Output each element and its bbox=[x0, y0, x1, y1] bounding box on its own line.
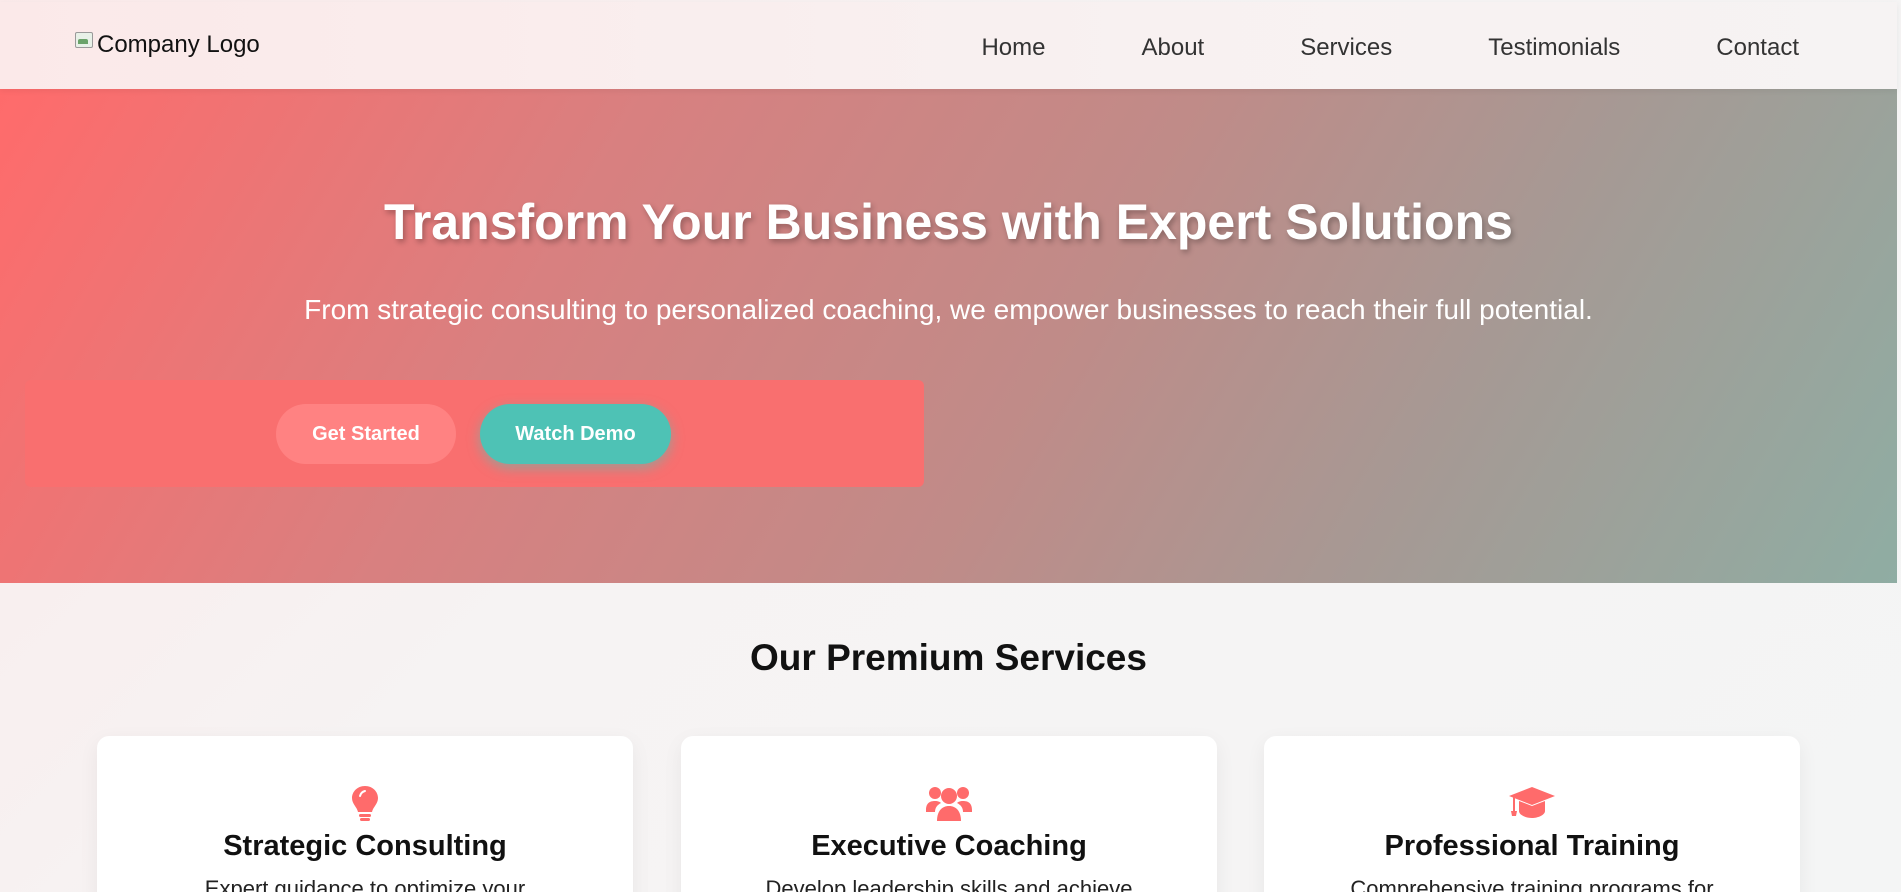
service-title: Professional Training bbox=[1384, 830, 1680, 862]
service-card-consulting[interactable]: Strategic Consulting Expert guidance to … bbox=[97, 736, 633, 892]
service-description: Expert guidance to optimize your bbox=[204, 876, 526, 892]
get-started-button[interactable]: Get Started bbox=[276, 404, 456, 464]
main-nav: Home About Services Testimonials Contact bbox=[981, 32, 1799, 64]
graduation-cap-icon bbox=[1508, 784, 1556, 825]
page: Company Logo Home About Services Testimo… bbox=[0, 0, 1901, 892]
nav-home[interactable]: Home bbox=[981, 32, 1045, 64]
service-description: Develop leadership skills and achieve bbox=[765, 876, 1133, 892]
service-card-training[interactable]: Professional Training Comprehensive trai… bbox=[1264, 736, 1800, 892]
nav-services[interactable]: Services bbox=[1300, 32, 1392, 64]
service-title: Executive Coaching bbox=[811, 830, 1087, 862]
hero-subtitle: From strategic consulting to personalize… bbox=[304, 294, 1593, 325]
service-description: Comprehensive training programs for bbox=[1350, 876, 1714, 892]
logo-alt-text: Company Logo bbox=[97, 31, 260, 58]
service-title: Strategic Consulting bbox=[223, 830, 507, 862]
site-header: Company Logo Home About Services Testimo… bbox=[0, 2, 1897, 89]
hero-title: Transform Your Business with Expert Solu… bbox=[384, 194, 1513, 250]
watch-demo-button[interactable]: Watch Demo bbox=[480, 404, 671, 464]
nav-about[interactable]: About bbox=[1141, 32, 1204, 64]
users-icon bbox=[925, 784, 973, 827]
nav-testimonials[interactable]: Testimonials bbox=[1488, 32, 1620, 64]
nav-contact[interactable]: Contact bbox=[1716, 32, 1799, 64]
hero-section: Transform Your Business with Expert Solu… bbox=[0, 89, 1897, 583]
lightbulb-icon bbox=[350, 784, 380, 827]
company-logo[interactable]: Company Logo bbox=[73, 29, 260, 61]
services-heading: Our Premium Services bbox=[750, 637, 1147, 678]
cta-container: Get Started Watch Demo bbox=[25, 380, 924, 487]
broken-image-icon bbox=[73, 30, 95, 52]
service-card-coaching[interactable]: Executive Coaching Develop leadership sk… bbox=[681, 736, 1217, 892]
